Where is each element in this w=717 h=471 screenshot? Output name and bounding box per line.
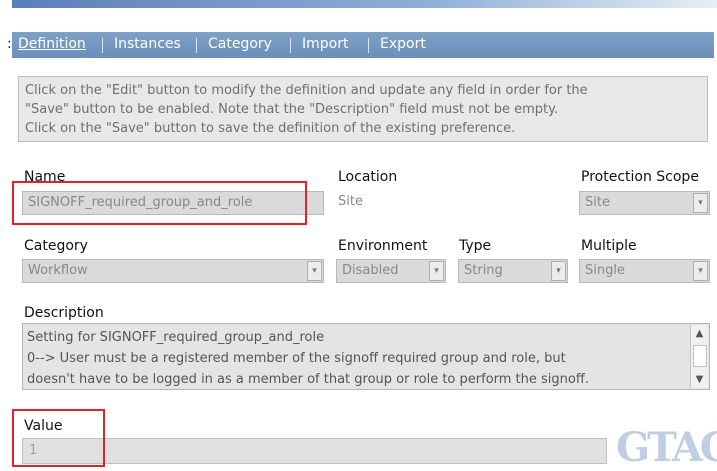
- description-line: 0--> User must be a registered member of…: [27, 351, 566, 366]
- tab-separator: [196, 38, 197, 53]
- location-field: Site: [338, 191, 458, 215]
- protection-scope-label: Protection Scope: [581, 169, 699, 185]
- instructions-line: Click on the "Edit" button to modify the…: [25, 83, 588, 98]
- scroll-down-icon[interactable]: ▼: [691, 371, 708, 388]
- type-label: Type: [459, 238, 492, 254]
- type-value: String: [464, 263, 503, 278]
- dropdown-arrow-icon[interactable]: ▾: [693, 261, 708, 281]
- tab-export[interactable]: Export: [380, 36, 426, 52]
- multiple-select[interactable]: Single ▾: [579, 259, 710, 283]
- environment-value: Disabled: [342, 263, 399, 278]
- name-highlight-box: [12, 181, 307, 225]
- protection-scope-select[interactable]: Site ▾: [579, 191, 710, 215]
- tab-separator: [102, 38, 103, 53]
- value-highlight-box: [12, 409, 105, 467]
- description-line: doesn't have to be logged in as a member…: [27, 372, 589, 387]
- tab-separator: [290, 38, 291, 53]
- description-label: Description: [24, 305, 104, 321]
- protection-scope-value: Site: [585, 195, 610, 210]
- tab-import[interactable]: Import: [302, 36, 348, 52]
- dropdown-arrow-icon[interactable]: ▾: [307, 261, 322, 281]
- window-top-gradient: [12, 0, 717, 8]
- multiple-label: Multiple: [581, 238, 637, 254]
- tab-category[interactable]: Category: [208, 36, 272, 52]
- gtac-watermark: GTAC: [616, 424, 717, 471]
- tab-definition[interactable]: Definition: [18, 36, 86, 52]
- value-field[interactable]: 1: [22, 438, 607, 464]
- environment-select[interactable]: Disabled ▾: [336, 259, 446, 283]
- dropdown-arrow-icon[interactable]: ▾: [551, 261, 566, 281]
- tab-bar: Definition Instances Category Import Exp…: [12, 32, 714, 58]
- environment-label: Environment: [338, 238, 428, 254]
- description-textarea[interactable]: Setting for SIGNOFF_required_group_and_r…: [22, 323, 710, 390]
- type-select[interactable]: String ▾: [458, 259, 568, 283]
- left-edge-mark: :: [7, 36, 12, 52]
- dropdown-arrow-icon[interactable]: ▾: [693, 193, 708, 213]
- tab-separator: [368, 38, 369, 53]
- multiple-value: Single: [585, 263, 625, 278]
- instructions-line: Click on the "Save" button to save the d…: [25, 121, 516, 136]
- scroll-up-icon[interactable]: ▲: [691, 325, 708, 342]
- description-scrollbar[interactable]: ▲ ▼: [690, 325, 708, 388]
- location-label: Location: [338, 169, 398, 185]
- tab-instances[interactable]: Instances: [114, 36, 181, 52]
- category-select[interactable]: Workflow ▾: [22, 259, 324, 283]
- dropdown-arrow-icon[interactable]: ▾: [429, 261, 444, 281]
- category-label: Category: [24, 238, 88, 254]
- scroll-thumb[interactable]: [693, 345, 707, 367]
- location-value: Site: [338, 194, 363, 209]
- instructions-line: "Save" button to be enabled. Note that t…: [25, 102, 559, 117]
- instructions-box: Click on the "Edit" button to modify the…: [18, 76, 708, 142]
- category-value: Workflow: [28, 263, 88, 278]
- description-line: Setting for SIGNOFF_required_group_and_r…: [27, 330, 325, 345]
